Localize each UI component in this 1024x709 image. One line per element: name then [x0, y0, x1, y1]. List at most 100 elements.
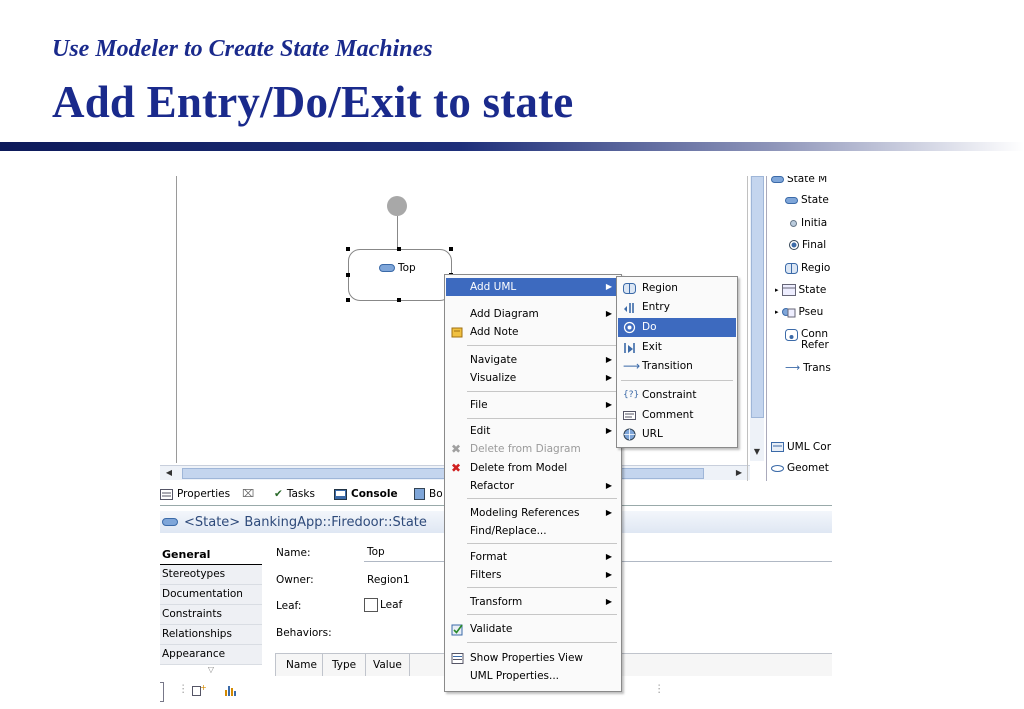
palette-item-transition[interactable]: ⟶ Trans — [785, 362, 831, 374]
palette-drawer-uml-common[interactable]: UML Cor — [771, 441, 831, 453]
pseudostate-icon — [781, 308, 796, 318]
vertical-scroll-thumb[interactable] — [751, 176, 764, 418]
transition-connector[interactable] — [397, 216, 398, 249]
submenu-item-region[interactable]: Region — [618, 279, 736, 298]
menu-item-validate[interactable]: Validate — [446, 620, 620, 638]
sidebar-item-constraints[interactable]: Constraints — [160, 605, 262, 625]
column-header-type[interactable]: Type — [332, 659, 356, 671]
svg-text:+: + — [200, 684, 206, 692]
submenu-item-do[interactable]: Do — [618, 318, 736, 337]
palette-item-region[interactable]: Regio — [785, 262, 830, 274]
do-activity-icon — [623, 321, 636, 334]
selection-handle[interactable] — [449, 247, 453, 251]
vertical-scrollbar[interactable]: ▼ — [750, 176, 764, 461]
selection-handle[interactable] — [397, 298, 401, 302]
palette-item-final[interactable]: Final — [789, 239, 826, 251]
initial-icon — [790, 219, 797, 227]
url-globe-icon — [623, 428, 636, 441]
submenu-item-entry[interactable]: Entry — [618, 298, 736, 317]
sidebar-item-stereotypes[interactable]: Stereotypes — [160, 565, 262, 585]
state-node-top[interactable]: Top — [348, 249, 452, 301]
palette-item-state[interactable]: State — [785, 194, 829, 206]
menu-item-navigate[interactable]: Navigate ▶ — [446, 351, 620, 369]
menu-item-show-properties-view[interactable]: Show Properties View — [446, 649, 620, 667]
tab-console[interactable]: Console — [334, 484, 398, 504]
properties-icon — [160, 488, 173, 500]
menu-item-filters[interactable]: Filters ▶ — [446, 566, 620, 584]
palette-drawer-state[interactable]: ▸ State — [775, 284, 826, 296]
palette-drawer-pseudostate[interactable]: ▸ Pseu — [775, 306, 823, 318]
menu-item-edit[interactable]: Edit ▶ — [446, 422, 620, 440]
sidebar-item-appearance[interactable]: Appearance — [160, 645, 262, 665]
selection-handle[interactable] — [346, 298, 350, 302]
leaf-checkbox[interactable] — [364, 598, 378, 612]
initial-pseudostate-node[interactable] — [387, 196, 407, 216]
menu-item-add-note[interactable]: Add Note — [446, 323, 620, 341]
state-icon — [785, 196, 798, 204]
submenu-item-exit[interactable]: Exit — [618, 338, 736, 357]
submenu-arrow-icon: ▶ — [605, 400, 612, 409]
menu-item-refactor[interactable]: Refactor ▶ — [446, 477, 620, 495]
menu-separator — [621, 380, 733, 381]
state-list-icon — [781, 284, 796, 296]
menu-item-delete-from-model[interactable]: ✖ Delete from Model — [446, 459, 620, 477]
tab-tasks[interactable]: ✔ Tasks — [274, 484, 315, 504]
chart-icon[interactable] — [224, 684, 236, 696]
sidebar-item-general[interactable]: General — [160, 545, 262, 565]
menu-item-modeling-references[interactable]: Modeling References ▶ — [446, 504, 620, 522]
state-icon — [162, 518, 178, 526]
scroll-right-icon[interactable]: ▶ — [732, 467, 746, 479]
state-icon — [379, 264, 395, 272]
menu-item-delete-from-diagram[interactable]: ✖ Delete from Diagram — [446, 440, 620, 458]
palette-drawer-state-machine[interactable]: State M — [771, 176, 827, 185]
menu-item-format[interactable]: Format ▶ — [446, 548, 620, 566]
palette-item-connection-reference[interactable]: Conn Refer — [785, 329, 829, 351]
scroll-down-icon[interactable]: ▼ — [750, 446, 764, 458]
sidebar-item-documentation[interactable]: Documentation — [160, 585, 262, 605]
selection-handle[interactable] — [346, 247, 350, 251]
expand-arrow-icon[interactable]: ▸ — [775, 308, 779, 316]
validate-icon — [451, 624, 463, 636]
sidebar-item-relationships[interactable]: Relationships — [160, 625, 262, 645]
state-icon — [771, 176, 784, 183]
submenu-arrow-icon: ▶ — [605, 570, 612, 579]
toolbar-separator: ⋮ — [654, 683, 665, 695]
menu-item-file[interactable]: File ▶ — [446, 396, 620, 414]
sidebar-scroll-down-icon[interactable]: ▽ — [160, 665, 262, 675]
menu-item-add-uml[interactable]: Add UML ▶ — [446, 278, 620, 296]
submenu-item-url[interactable]: URL — [618, 425, 736, 444]
expand-arrow-icon[interactable]: ▸ — [775, 286, 779, 294]
palette-item-initial[interactable]: Initia — [789, 217, 827, 229]
submenu-item-transition[interactable]: ⟶ Transition — [618, 357, 736, 376]
menu-item-transform[interactable]: Transform ▶ — [446, 593, 620, 611]
menu-separator — [467, 345, 617, 346]
menu-separator — [467, 418, 617, 419]
new-element-icon[interactable]: + — [192, 684, 206, 696]
selection-handle[interactable] — [397, 247, 401, 251]
menu-separator — [467, 642, 617, 643]
add-uml-submenu: Region Entry Do Exit ⟶ Transition {?} Co… — [616, 276, 738, 448]
column-header-name[interactable]: Name — [286, 659, 317, 671]
menu-item-add-diagram[interactable]: Add Diagram ▶ — [446, 305, 620, 323]
submenu-item-constraint[interactable]: {?} Constraint — [618, 386, 736, 405]
delete-gray-icon: ✖ — [451, 442, 462, 456]
behaviors-label: Behaviors: — [276, 627, 332, 639]
submenu-item-comment[interactable]: Comment — [618, 406, 736, 425]
menu-item-find-replace[interactable]: Find/Replace... — [446, 522, 620, 540]
tab-bookmarks[interactable]: Bo — [414, 484, 443, 504]
leaf-label: Leaf: — [276, 600, 302, 612]
selection-handle[interactable] — [346, 273, 350, 277]
scroll-left-icon[interactable]: ◀ — [162, 467, 176, 479]
menu-separator — [467, 498, 617, 499]
close-icon[interactable]: ⌧ — [242, 488, 254, 500]
horizontal-scroll-thumb[interactable] — [182, 468, 704, 479]
constraint-icon: {?} — [623, 390, 640, 400]
tab-properties[interactable]: Properties ⌧ — [160, 484, 254, 504]
palette-drawer-geometry[interactable]: Geomet — [771, 462, 829, 474]
slide-subtitle: Use Modeler to Create State Machines — [52, 36, 433, 62]
menu-item-uml-properties[interactable]: UML Properties... — [446, 667, 620, 685]
menu-item-visualize[interactable]: Visualize ▶ — [446, 369, 620, 387]
submenu-arrow-icon: ▶ — [605, 355, 612, 364]
column-header-value[interactable]: Value — [373, 659, 402, 671]
uml-common-icon — [771, 442, 784, 452]
